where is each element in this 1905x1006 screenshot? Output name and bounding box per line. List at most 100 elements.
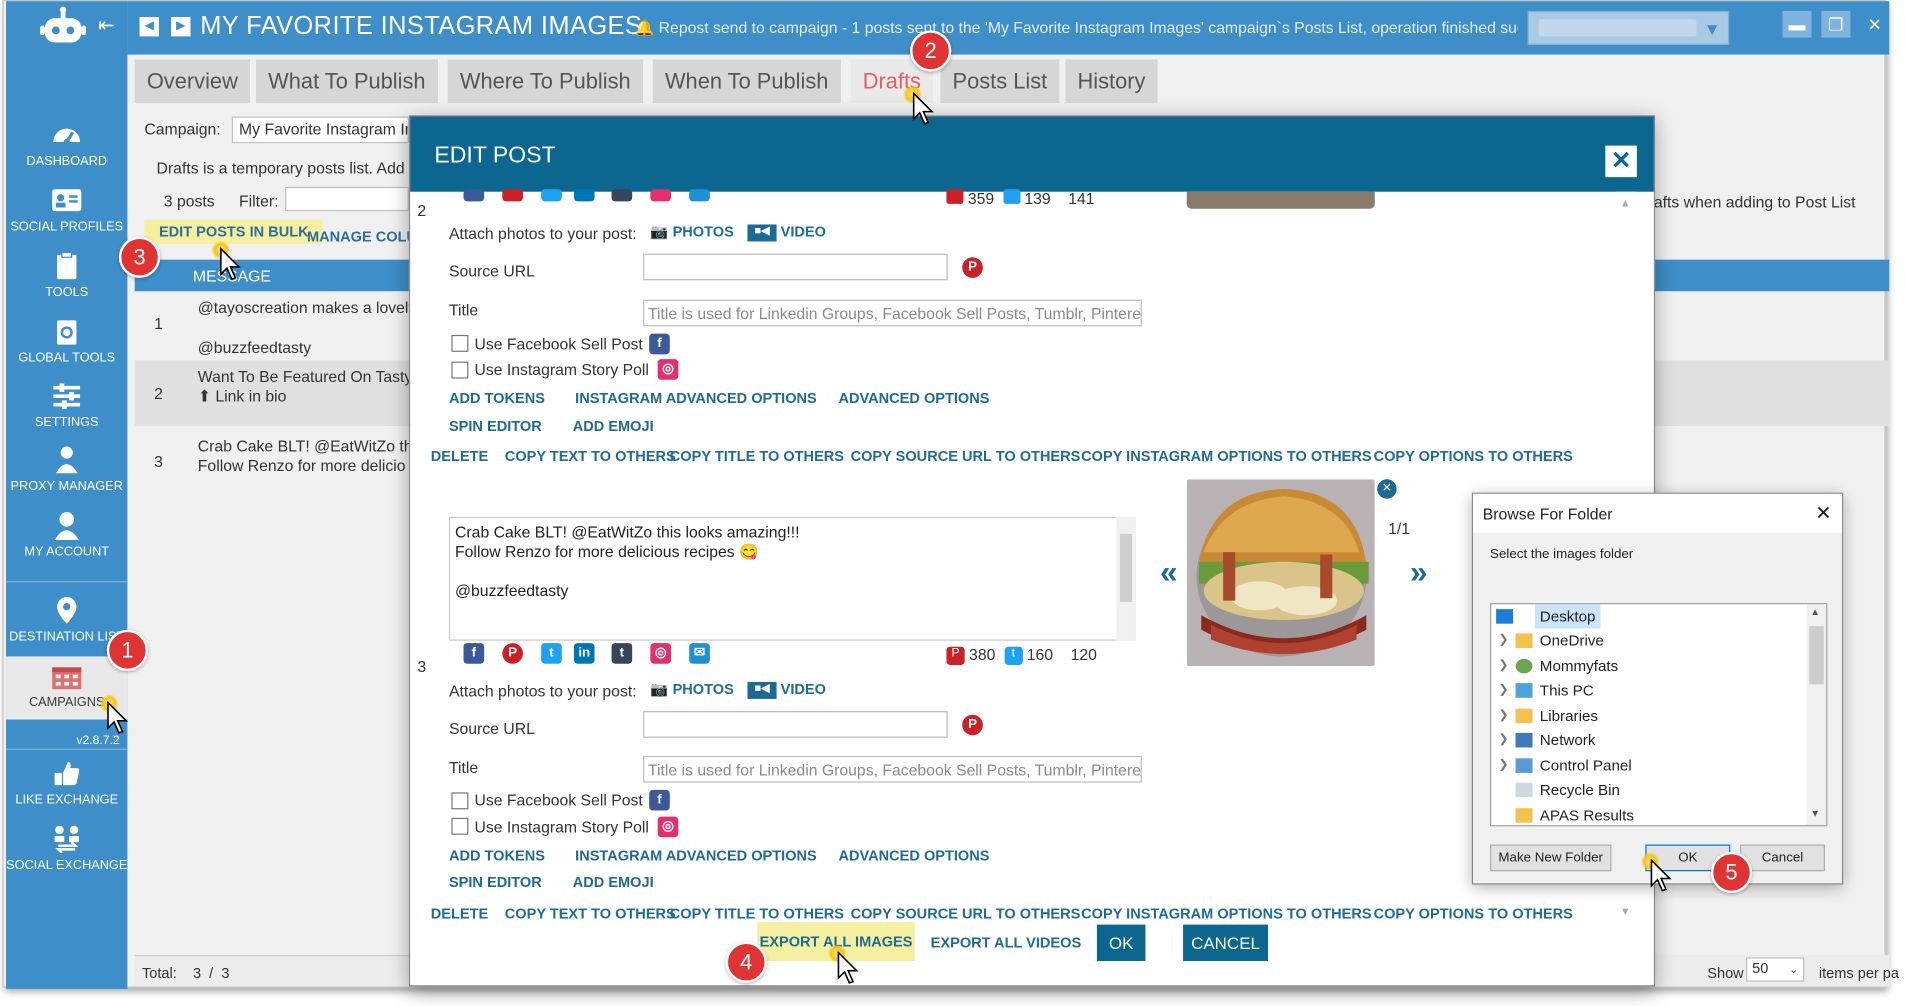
filter-input[interactable] <box>285 186 409 212</box>
folder-item-desktop[interactable]: Desktop <box>1491 604 1806 629</box>
facebook-sell-checkbox[interactable] <box>451 792 469 810</box>
facebook-sell-checkbox[interactable] <box>451 334 469 352</box>
video-button[interactable]: ■◀ VIDEO <box>747 223 826 242</box>
source-url-input[interactable] <box>643 253 948 281</box>
sidebar-item-dashboard[interactable]: DASHBOARD <box>6 120 127 183</box>
folder-item-libraries[interactable]: ❯ Libraries <box>1491 704 1806 728</box>
table-row[interactable]: 1 @tayoscreation makes a lovely @buzzfee… <box>134 297 416 358</box>
pinterest-share-icon[interactable]: P <box>502 643 523 664</box>
edit-posts-in-bulk-link[interactable]: EDIT POSTS IN BULK <box>144 219 324 244</box>
email-share-icon[interactable] <box>689 189 710 202</box>
page-size-select[interactable]: 50 ⌄ <box>1746 957 1805 982</box>
pinterest-share-icon[interactable] <box>502 189 523 202</box>
manage-columns-link[interactable]: MANAGE COLU <box>307 228 417 245</box>
twitter-share-icon[interactable] <box>541 189 562 202</box>
spin-editor-link[interactable]: SPIN EDITOR <box>449 417 542 434</box>
campaign-select[interactable]: My Favorite Instagram Im <box>231 116 409 144</box>
restore-icon[interactable]: ❐ <box>1821 10 1851 38</box>
back-arrow-icon[interactable]: ◀ <box>139 16 159 37</box>
add-tokens-link[interactable]: ADD TOKENS <box>449 847 545 864</box>
minimize-icon[interactable]: ▬ <box>1782 10 1812 38</box>
remove-image-icon[interactable]: ✕ <box>1377 479 1397 499</box>
column-header-message[interactable]: MESSAGE <box>134 259 409 292</box>
copy-title-to-others-link[interactable]: COPY TITLE TO OTHERS <box>670 448 844 465</box>
textarea-scrollbar[interactable] <box>1116 516 1136 641</box>
spin-editor-link[interactable]: SPIN EDITOR <box>449 874 542 891</box>
linkedin-share-icon[interactable]: in <box>573 643 595 664</box>
tumblr-share-icon[interactable]: t <box>611 643 633 664</box>
dialog-cancel-button[interactable]: Cancel <box>1740 844 1825 872</box>
instagram-advanced-options-link[interactable]: INSTAGRAM ADVANCED OPTIONS <box>575 390 817 407</box>
facebook-share-icon[interactable] <box>463 189 485 202</box>
make-new-folder-button[interactable]: Make New Folder <box>1490 844 1612 872</box>
source-url-input[interactable] <box>643 711 948 738</box>
previous-image-icon[interactable]: « <box>1160 553 1178 591</box>
export-all-videos-button[interactable]: EXPORT ALL VIDEOS <box>931 934 1081 951</box>
photos-button[interactable]: 📷 PHOTOS <box>650 681 733 698</box>
instagram-share-icon[interactable] <box>650 189 672 202</box>
instagram-advanced-options-link[interactable]: INSTAGRAM ADVANCED OPTIONS <box>575 847 817 864</box>
pinterest-icon[interactable]: P <box>962 714 983 736</box>
tab-when-to-publish[interactable]: When To Publish <box>652 59 841 104</box>
video-button[interactable]: ■◀ VIDEO <box>747 681 826 699</box>
copy-text-to-others-link[interactable]: COPY TEXT TO OTHERS <box>505 905 676 922</box>
copy-title-to-others-link[interactable]: COPY TITLE TO OTHERS <box>670 905 844 922</box>
copy-options-to-others-link[interactable]: COPY OPTIONS TO OTHERS <box>1374 905 1573 922</box>
scrollbar-thumb[interactable] <box>1809 626 1824 685</box>
sidebar-item-my-account[interactable]: MY ACCOUNT <box>6 511 127 574</box>
advanced-options-link[interactable]: ADVANCED OPTIONS <box>838 390 989 407</box>
add-emoji-link[interactable]: ADD EMOJI <box>573 874 654 891</box>
sidebar-item-social-profiles[interactable]: SOCIAL PROFILES <box>6 186 127 249</box>
folder-tree[interactable]: Desktop ❯ OneDrive ❯ Mommyfats ❯ This PC ❯ L… <box>1490 603 1828 827</box>
linkedin-share-icon[interactable] <box>573 189 595 202</box>
delete-link[interactable]: DELETE <box>431 905 488 922</box>
delete-link[interactable]: DELETE <box>431 448 488 465</box>
pinterest-icon[interactable]: P <box>962 257 983 278</box>
instagram-share-icon[interactable]: ◎ <box>650 643 672 664</box>
scroll-down-icon[interactable]: ▼ <box>1810 808 1820 819</box>
copy-text-to-others-link[interactable]: COPY TEXT TO OTHERS <box>505 448 676 465</box>
close-icon[interactable]: ✕ <box>1605 145 1637 178</box>
sidebar-item-settings[interactable]: SETTINGS <box>6 381 127 444</box>
post-text-area[interactable]: Crab Cake BLT! @EatWitZo this looks amaz… <box>448 516 1136 641</box>
title-input[interactable]: Title is used for Linkedin Groups, Faceb… <box>643 299 1142 327</box>
copy-instagram-options-to-others-link[interactable]: COPY INSTAGRAM OPTIONS TO OTHERS <box>1081 448 1371 465</box>
folder-item-mommyfats[interactable]: ❯ Mommyfats <box>1491 654 1806 678</box>
tumblr-share-icon[interactable] <box>611 189 633 202</box>
account-selector[interactable]: ▼ <box>1527 10 1730 45</box>
tab-posts-list[interactable]: Posts List <box>940 59 1060 104</box>
photos-button[interactable]: 📷 PHOTOS <box>650 223 733 240</box>
scroll-down-icon[interactable]: ▼ <box>1620 905 1631 917</box>
folder-item-this-pc[interactable]: ❯ This PC <box>1491 678 1806 702</box>
cancel-button[interactable]: CANCEL <box>1183 924 1269 962</box>
close-icon[interactable]: ✕ <box>1815 501 1831 525</box>
sidebar-item-social-exchange[interactable]: SOCIAL EXCHANGE <box>6 824 127 887</box>
forward-arrow-icon[interactable]: ▶ <box>171 16 191 37</box>
folder-item-apas-results[interactable]: APAS Results <box>1491 803 1806 825</box>
table-row[interactable]: 3 Crab Cake BLT! @EatWitZo this Follow R… <box>134 428 424 490</box>
copy-instagram-options-to-others-link[interactable]: COPY INSTAGRAM OPTIONS TO OTHERS <box>1081 905 1371 922</box>
copy-source-url-to-others-link[interactable]: COPY SOURCE URL TO OTHERS <box>851 448 1081 465</box>
folder-item-network[interactable]: ❯ Network <box>1491 728 1806 752</box>
close-window-icon[interactable]: ✕ <box>1860 11 1889 38</box>
facebook-share-icon[interactable]: f <box>463 643 485 664</box>
tab-where-to-publish[interactable]: Where To Publish <box>447 59 643 104</box>
sidebar-item-like-exchange[interactable]: LIKE EXCHANGE <box>6 758 127 821</box>
twitter-share-icon[interactable]: t <box>541 643 562 664</box>
email-share-icon[interactable]: ✉ <box>689 643 710 664</box>
advanced-options-link[interactable]: ADVANCED OPTIONS <box>838 847 989 864</box>
folder-item-recycle-bin[interactable]: Recycle Bin <box>1491 778 1806 802</box>
exit-icon[interactable]: ⇤ <box>98 13 114 37</box>
folder-item-onedrive[interactable]: ❯ OneDrive <box>1491 629 1806 653</box>
folder-item-control-panel[interactable]: ❯ Control Panel <box>1491 754 1806 778</box>
tab-overview[interactable]: Overview <box>134 59 250 104</box>
instagram-poll-checkbox[interactable] <box>451 817 469 835</box>
next-image-icon[interactable]: » <box>1410 553 1428 591</box>
instagram-poll-checkbox[interactable] <box>451 361 469 379</box>
tab-history[interactable]: History <box>1065 59 1158 104</box>
title-input[interactable]: Title is used for Linkedin Groups, Faceb… <box>643 755 1142 783</box>
table-row[interactable]: 2 Want To Be Featured On Tasty ⬆ Link in… <box>134 360 412 426</box>
copy-options-to-others-link[interactable]: COPY OPTIONS TO OTHERS <box>1374 448 1573 465</box>
scroll-up-icon[interactable]: ▲ <box>1620 197 1631 209</box>
scrollbar-thumb[interactable] <box>1119 533 1133 602</box>
